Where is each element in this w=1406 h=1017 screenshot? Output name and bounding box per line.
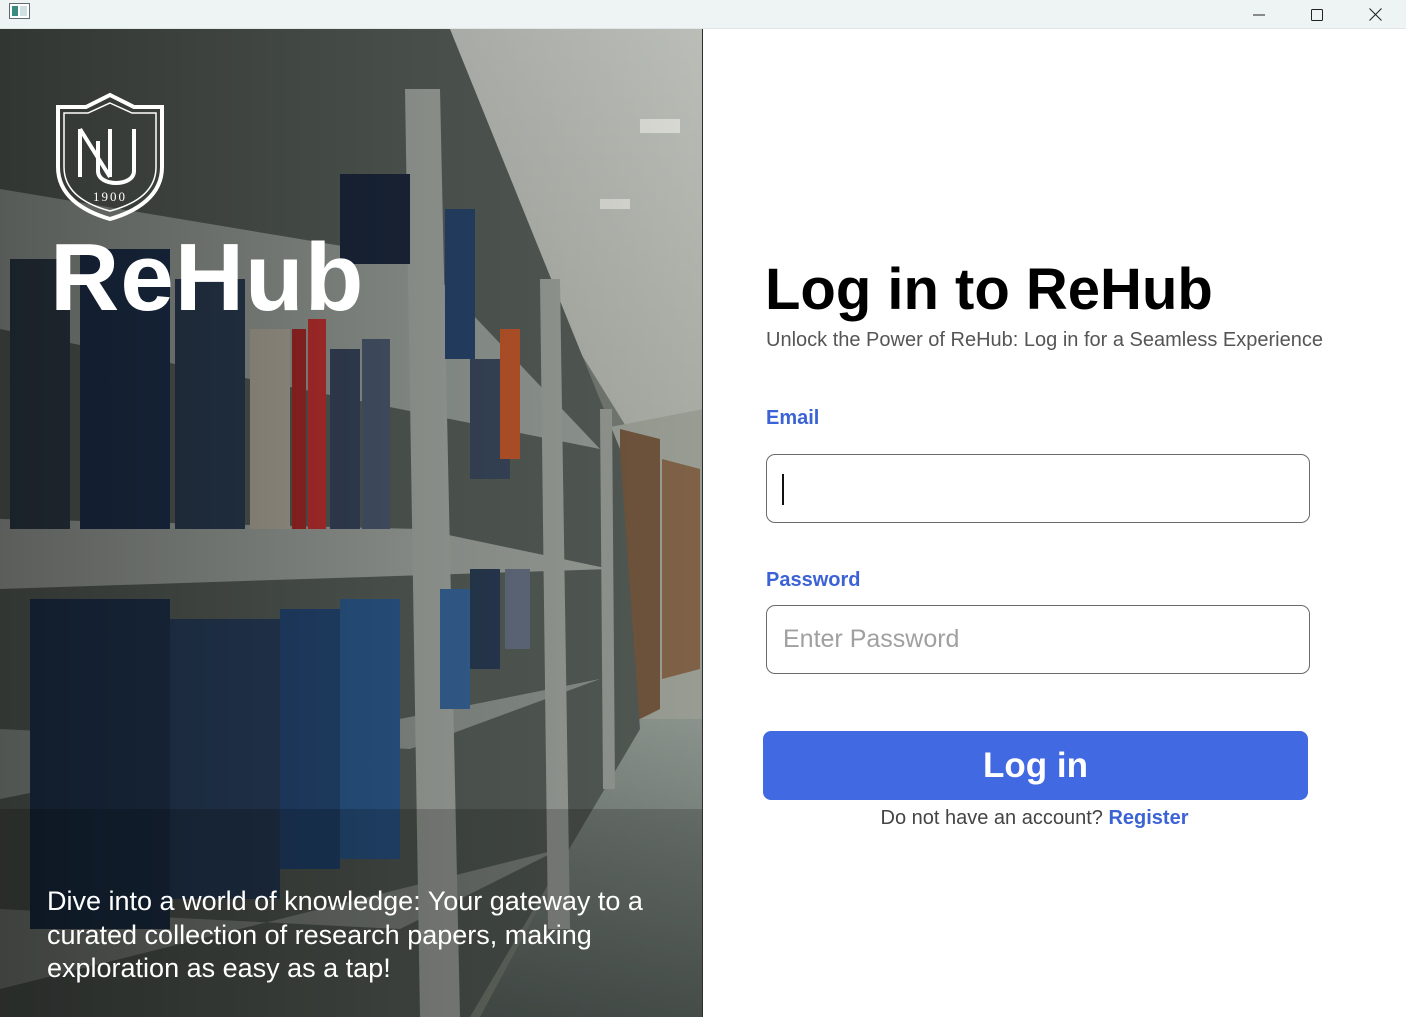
hero-panel: 1900 ReHub Dive into a world of knowledg… <box>0 29 703 1017</box>
password-field-box <box>766 605 1310 674</box>
university-crest-logo: 1900 <box>50 91 170 222</box>
svg-text:1900: 1900 <box>93 189 127 204</box>
close-button[interactable] <box>1346 0 1404 29</box>
register-prompt-row: Do not have an account? Register <box>704 805 1335 831</box>
window-titlebar <box>0 0 1406 29</box>
app-window-icon <box>9 3 30 19</box>
login-title: Log in to ReHub <box>765 257 1213 322</box>
minimize-button[interactable] <box>1230 0 1288 29</box>
email-label: Email <box>766 407 820 429</box>
maximize-button[interactable] <box>1288 0 1346 29</box>
login-panel: Log in to ReHub Unlock the Power of ReHu… <box>704 29 1406 1017</box>
password-input[interactable] <box>767 606 1309 673</box>
close-icon <box>1368 8 1382 21</box>
brand-title: ReHub <box>50 224 365 331</box>
email-input[interactable] <box>767 455 1309 522</box>
password-label: Password <box>766 569 861 591</box>
maximize-icon <box>1311 8 1323 21</box>
login-button[interactable]: Log in <box>763 731 1308 800</box>
hero-tagline: Dive into a world of knowledge: Your gat… <box>47 886 643 983</box>
text-caret <box>782 474 784 505</box>
email-field-box <box>766 454 1310 523</box>
register-prompt-text: Do not have an account? <box>880 807 1109 829</box>
register-link[interactable]: Register <box>1108 807 1188 829</box>
minimize-icon <box>1253 9 1265 21</box>
login-subtitle: Unlock the Power of ReHub: Log in for a … <box>766 329 1323 351</box>
